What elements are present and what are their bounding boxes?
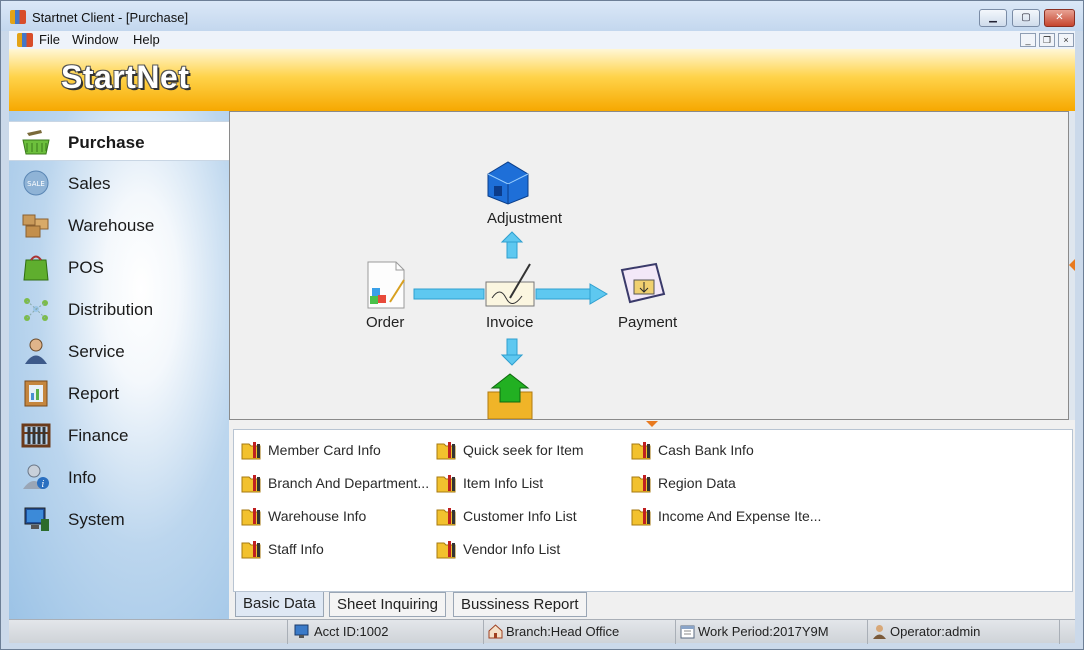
tab-bussiness-report[interactable]: Bussiness Report: [453, 592, 587, 617]
folder-tools-icon: [241, 442, 261, 460]
header-banner: StartNet: [9, 49, 1075, 111]
splitter-arrow-icon[interactable]: [646, 421, 658, 427]
invoice-icon[interactable]: [485, 263, 535, 307]
computer-icon: [24, 507, 49, 531]
title-bar[interactable]: Startnet Client - [Purchase] ▁ ▢ ✕: [1, 1, 1083, 31]
app-window: Startnet Client - [Purchase] ▁ ▢ ✕ File …: [0, 0, 1084, 650]
sidebar-item-label: Sales: [68, 174, 111, 193]
arrow-invoice-to-payment: [535, 283, 608, 305]
user-info-icon: i: [23, 464, 49, 490]
close-button[interactable]: ✕: [1044, 9, 1075, 27]
menu-file[interactable]: File: [39, 32, 60, 47]
mdi-minimize-button[interactable]: _: [1020, 33, 1036, 47]
sidebar-item-label: Report: [68, 384, 120, 403]
sidebar-item-finance[interactable]: Finance: [9, 415, 229, 455]
home-icon: [488, 624, 503, 639]
sidebar-item-label: Info: [68, 468, 97, 487]
flow-label-invoice[interactable]: Invoice: [486, 314, 534, 331]
order-icon[interactable]: [367, 261, 405, 309]
account-icon: [294, 624, 309, 638]
payment-icon[interactable]: [620, 262, 666, 304]
sidebar-item-purchase[interactable]: Purchase: [9, 121, 229, 161]
flow-label-payment[interactable]: Payment: [618, 314, 677, 331]
boxes-icon: [22, 214, 49, 238]
sidebar-item-sales[interactable]: SALE Sales: [9, 163, 229, 203]
folder-tools-icon: [436, 475, 456, 493]
quick-links-list: Member Card Info Branch And Department..…: [233, 429, 1073, 592]
upload-box-icon[interactable]: [487, 373, 533, 419]
abacus-icon: [21, 423, 51, 448]
folder-tools-icon: [241, 541, 261, 559]
bag-icon: [23, 255, 49, 281]
folder-tools-icon: [631, 442, 651, 460]
tab-basic-data[interactable]: Basic Data: [235, 592, 324, 617]
folder-tools-icon: [436, 541, 456, 559]
minimize-button[interactable]: ▁: [979, 9, 1007, 27]
menu-window[interactable]: Window: [72, 32, 118, 47]
status-operator: Operator:admin: [867, 620, 1059, 644]
sidebar-item-report[interactable]: Report: [9, 373, 229, 413]
report-book-icon: [24, 380, 48, 407]
sidebar-item-label: Purchase: [68, 133, 145, 152]
quick-links-panel: Member Card Info Branch And Department..…: [229, 420, 1075, 619]
sidebar-item-label: Service: [68, 342, 125, 361]
sidebar-item-distribution[interactable]: Distribution: [9, 289, 229, 329]
folder-tools-icon: [631, 508, 651, 526]
flow-label-adjustment[interactable]: Adjustment: [487, 210, 562, 227]
sidebar-item-label: Warehouse: [68, 216, 155, 235]
resize-grip[interactable]: [1059, 620, 1075, 644]
collapse-arrow-icon[interactable]: [1069, 259, 1075, 271]
sidebar-item-info[interactable]: i Info: [9, 457, 229, 497]
folder-tools-icon: [241, 475, 261, 493]
sidebar-item-pos[interactable]: POS: [9, 247, 229, 287]
svg-text:i: i: [42, 480, 45, 490]
arrow-invoice-down: [500, 338, 524, 366]
sidebar: Purchase SALE Sales Warehouse POS Distri…: [9, 111, 229, 619]
folder-tools-icon: [631, 475, 651, 493]
flow-label-order[interactable]: Order: [366, 314, 404, 331]
menu-help[interactable]: Help: [133, 32, 160, 47]
sidebar-item-label: POS: [68, 258, 104, 277]
calendar-icon: [680, 625, 695, 639]
maximize-button[interactable]: ▢: [1012, 9, 1040, 27]
workflow-panel: Adjustment Order Invoice Payment: [229, 111, 1069, 420]
operator-icon: [873, 625, 886, 639]
status-acct: Acct ID:1002: [287, 620, 483, 644]
status-period: Work Period:2017Y9M: [675, 620, 867, 644]
window-title: Startnet Client - [Purchase]: [32, 10, 189, 25]
status-branch: Branch:Head Office: [483, 620, 675, 644]
folder-tools-icon: [241, 508, 261, 526]
status-bar: Acct ID:1002 Branch:Head Office Work Per…: [9, 619, 1075, 644]
folder-tools-icon: [436, 442, 456, 460]
sidebar-item-warehouse[interactable]: Warehouse: [9, 205, 229, 245]
workflow-diagram: [367, 161, 666, 419]
mdi-restore-button[interactable]: ❐: [1039, 33, 1055, 47]
user-service-icon: [25, 338, 47, 364]
folder-tools-icon: [436, 508, 456, 526]
distribution-icon: [24, 298, 48, 321]
shopping-basket-icon: [22, 130, 50, 155]
adjustment-icon[interactable]: [487, 161, 529, 205]
arrow-invoice-to-adjustment: [500, 231, 524, 259]
app-logo-icon: [10, 10, 26, 24]
startnet-logo: StartNet: [61, 59, 190, 95]
sidebar-item-system[interactable]: System: [9, 499, 229, 539]
sidebar-item-label: Finance: [68, 426, 129, 445]
svg-text:SALE: SALE: [27, 180, 45, 188]
sidebar-item-label: System: [68, 510, 125, 529]
sidebar-item-label: Distribution: [68, 300, 154, 319]
mdi-close-button[interactable]: ×: [1058, 33, 1074, 47]
menu-bar: File Window Help _ ❐ ×: [9, 31, 1075, 49]
arrow-order-to-invoice: [413, 288, 485, 300]
mdi-app-icon[interactable]: [17, 33, 33, 47]
sidebar-item-service[interactable]: Service: [9, 331, 229, 371]
sale-badge-icon: SALE: [23, 170, 49, 196]
tab-sheet-inquiring[interactable]: Sheet Inquiring: [329, 592, 446, 617]
